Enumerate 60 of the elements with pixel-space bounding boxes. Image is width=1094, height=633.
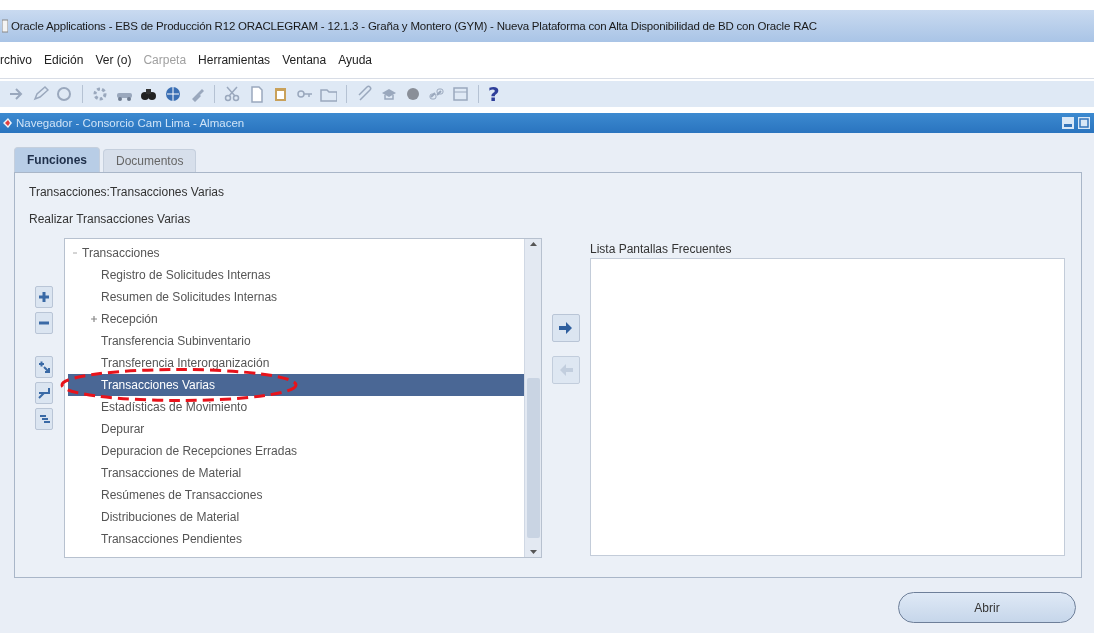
- menu-item[interactable]: Herramientas: [198, 53, 271, 67]
- tree-item[interactable]: Registro de Solicitudes Internas: [68, 264, 524, 286]
- tree-item[interactable]: Recepción: [68, 308, 524, 330]
- clipboard-icon[interactable]: [272, 85, 289, 103]
- window-icon: [2, 19, 8, 33]
- tree-item[interactable]: Transacciones Varias: [68, 374, 524, 396]
- function-description: Realizar Transacciones Varias: [29, 212, 191, 226]
- function-path: Transacciones:Transacciones Varias: [29, 185, 224, 199]
- diamond-icon: [2, 117, 12, 129]
- scissors-icon[interactable]: [224, 85, 241, 103]
- tree-item[interactable]: Depuracion de Recepciones Erradas: [68, 440, 524, 462]
- expand-button[interactable]: [35, 286, 53, 308]
- tree-item[interactable]: Resúmenes de Transacciones: [68, 484, 524, 506]
- arrows-icon: [38, 361, 50, 373]
- tree-item[interactable]: Transacciones: [68, 242, 524, 264]
- arrows-icon: [38, 387, 50, 399]
- frequent-screens-list[interactable]: [590, 258, 1065, 556]
- scroll-up-icon: [528, 241, 538, 247]
- tree-item[interactable]: Transacciones de Material: [68, 462, 524, 484]
- tree-item[interactable]: Depurar: [68, 418, 524, 440]
- plus-icon: [38, 291, 50, 303]
- right-arrow-icon: [558, 321, 574, 335]
- open-button[interactable]: Abrir: [898, 592, 1076, 623]
- tab[interactable]: Funciones: [14, 147, 100, 172]
- help-button[interactable]: ?: [488, 84, 500, 104]
- ball-icon[interactable]: [404, 85, 421, 103]
- menu-item[interactable]: Ver (o): [95, 53, 132, 67]
- menu-item[interactable]: Edición: [44, 53, 84, 67]
- collapse-button[interactable]: [35, 312, 53, 334]
- navigator-title: Navegador - Consorcio Cam Lima - Almacen: [16, 117, 246, 129]
- tree-item[interactable]: Distribuciones de Material: [68, 506, 524, 528]
- globe-icon[interactable]: [164, 85, 181, 103]
- tree-item[interactable]: Estadísticas de Movimiento: [68, 396, 524, 418]
- page-icon[interactable]: [248, 85, 265, 103]
- remove-button[interactable]: [552, 356, 580, 384]
- tree-item[interactable]: Resumen de Solicitudes Internas: [68, 286, 524, 308]
- menu-item[interactable]: Ventana: [282, 53, 327, 67]
- add-button[interactable]: [552, 314, 580, 342]
- menu-item[interactable]: Ayuda: [338, 53, 372, 67]
- maximize-icon[interactable]: [1078, 117, 1090, 129]
- scroll-down-icon: [528, 549, 538, 555]
- left-arrow-icon: [558, 363, 574, 377]
- lines-icon: [38, 413, 50, 425]
- minimize-icon[interactable]: [1062, 117, 1074, 129]
- paperclip-icon[interactable]: [356, 85, 373, 103]
- tree-item[interactable]: Transferencia Subinventario: [68, 330, 524, 352]
- link-icon[interactable]: [428, 85, 445, 103]
- scrollbar[interactable]: [524, 239, 541, 557]
- window-icon[interactable]: [452, 85, 469, 103]
- list-label: Lista Pantallas Frecuentes: [590, 242, 733, 256]
- menu-item[interactable]: rchivo: [0, 53, 32, 67]
- circle-icon[interactable]: [56, 85, 73, 103]
- pencil-icon[interactable]: [32, 85, 49, 103]
- tree-item[interactable]: Transacciones Pendientes: [68, 528, 524, 550]
- window-title: Oracle Applications - EBS de Producción R12 ORACLEGRAM - 12.1.3 - Graña y Montero (GYM) - Nueva Plataforma con Alta Disponibilidad de BD con Oracle RAC: [11, 20, 817, 32]
- tree-item[interactable]: Transferencia Interorganización: [68, 352, 524, 374]
- tree-button[interactable]: [35, 408, 53, 430]
- expand-all-button[interactable]: [35, 356, 53, 378]
- collapse-all-button[interactable]: [35, 382, 53, 404]
- tab[interactable]: Documentos: [103, 149, 197, 172]
